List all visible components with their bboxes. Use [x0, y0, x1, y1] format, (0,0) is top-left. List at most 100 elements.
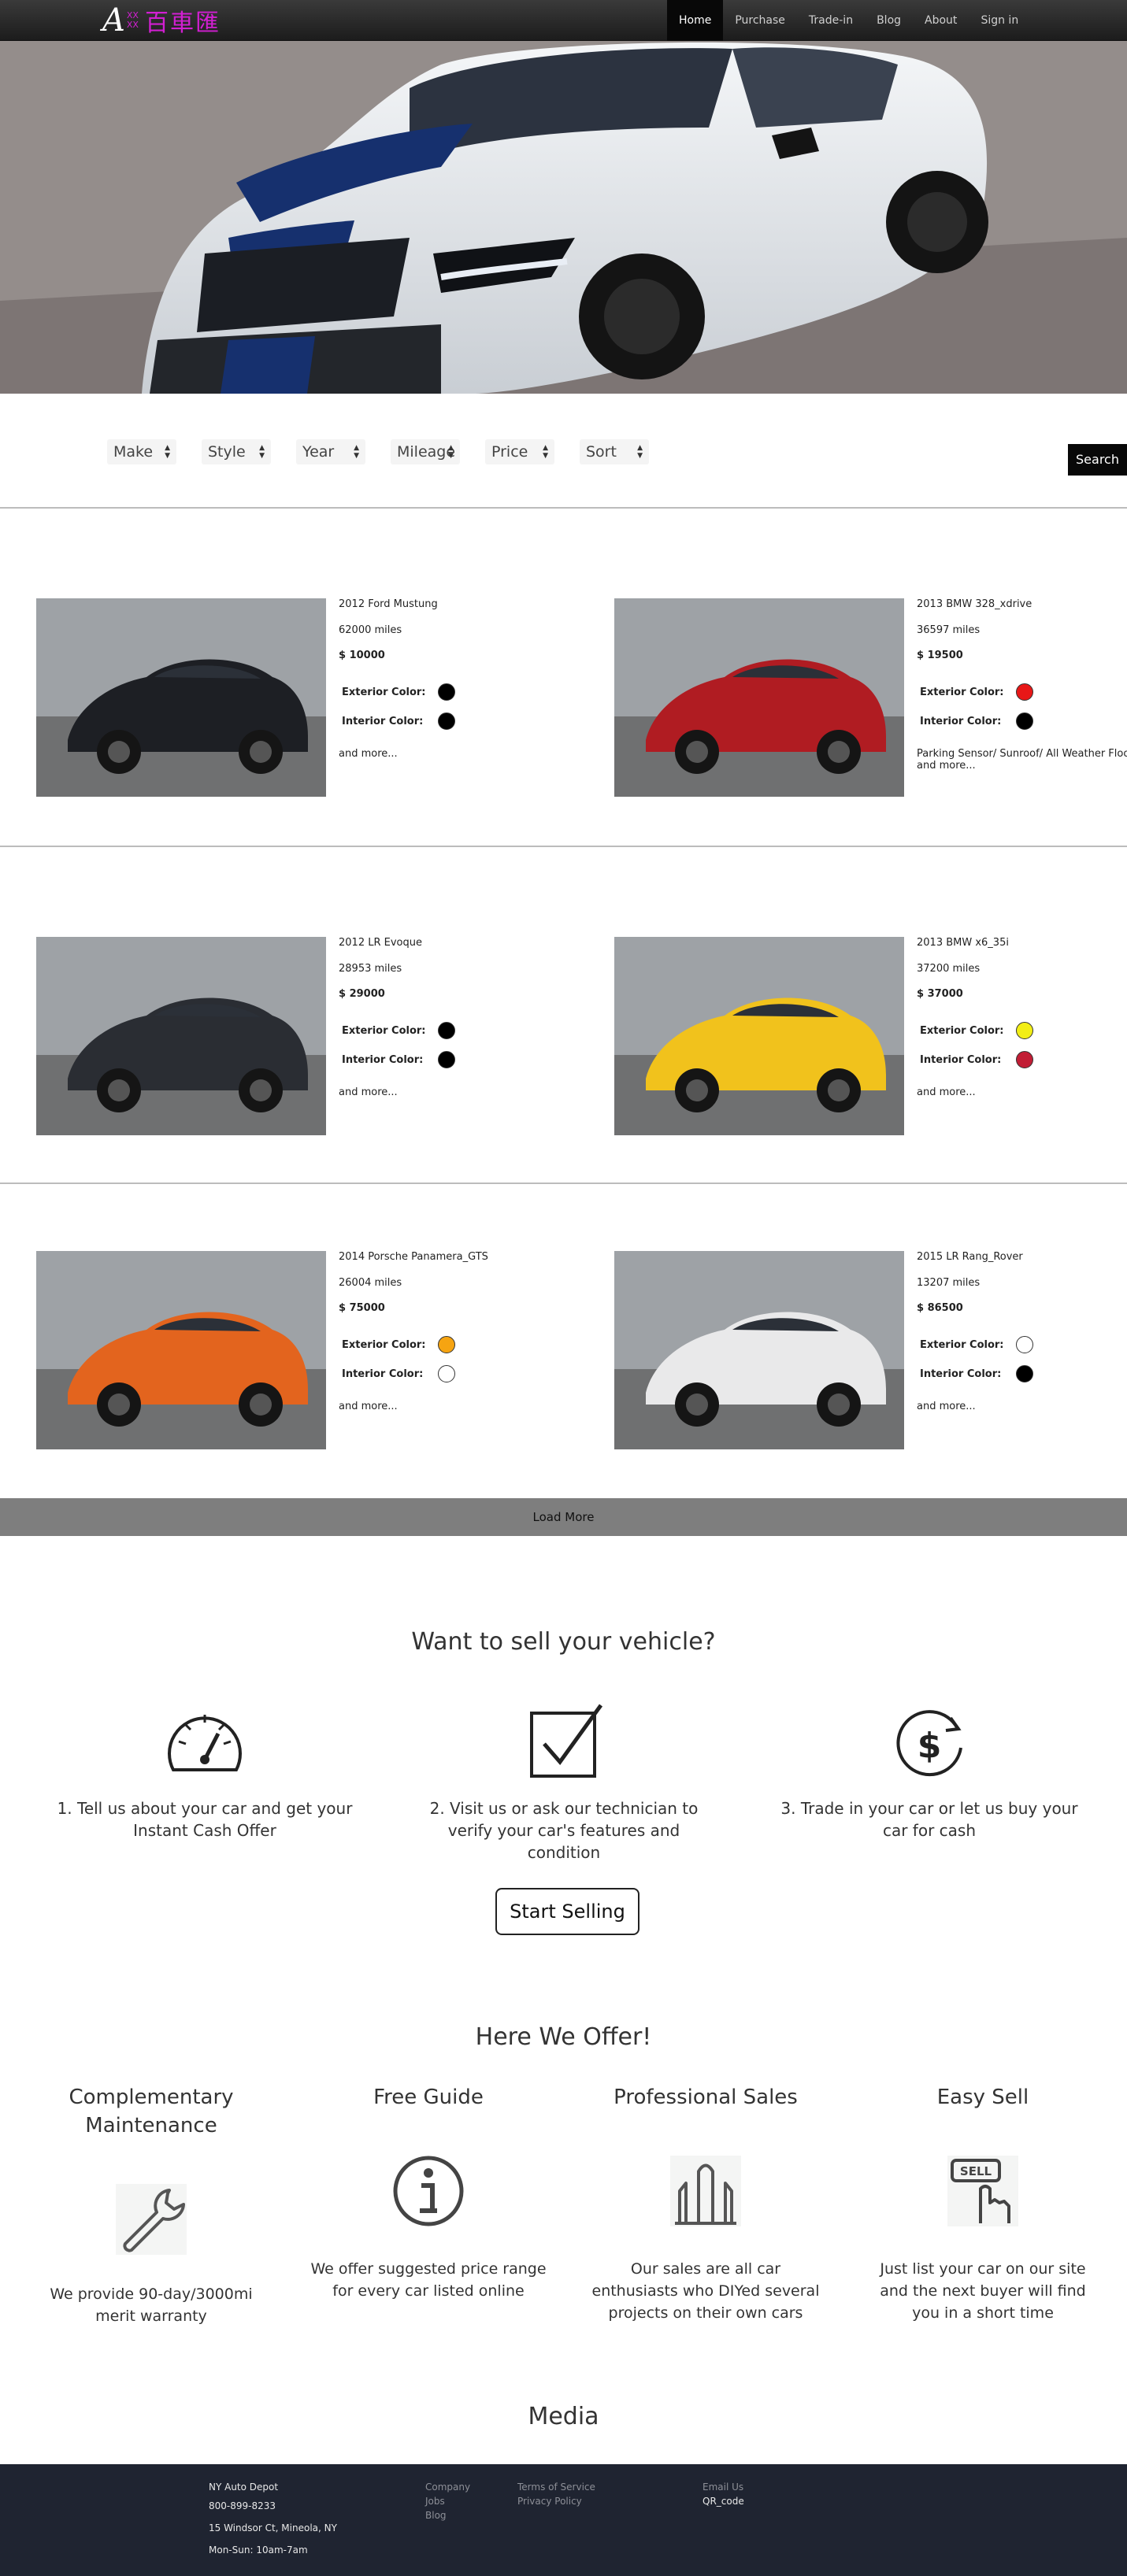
- svg-text:$: $: [918, 1726, 942, 1766]
- divider: [0, 846, 1127, 847]
- exterior-color-label: Exterior Color:: [342, 1024, 426, 1037]
- car-photo[interactable]: [614, 937, 904, 1135]
- car-more-link[interactable]: and more...: [339, 748, 606, 760]
- nav-home[interactable]: Home: [667, 0, 724, 41]
- filter-year[interactable]: Year ▲ ▼: [296, 439, 365, 464]
- car-photo[interactable]: [36, 937, 326, 1135]
- load-more-button[interactable]: Load More: [0, 1498, 1127, 1536]
- filter-price[interactable]: Price ▲ ▼: [485, 439, 554, 464]
- footer-link-email[interactable]: Email Us: [703, 2480, 744, 2494]
- interior-color-swatch: [438, 1051, 455, 1068]
- offer-professional-sales-title: Professional Sales: [614, 2086, 798, 2109]
- hero-banner: [0, 41, 1127, 394]
- sell-step-3: $ 3. Trade in your car or let us buy you…: [780, 1701, 1079, 1841]
- footer-link-privacy[interactable]: Privacy Policy: [517, 2494, 595, 2508]
- car-photo[interactable]: [614, 598, 904, 797]
- filter-price-label: Price: [491, 443, 528, 461]
- footer-hours: Mon-Sun: 10am-7am: [209, 2545, 308, 2556]
- select-arrows-icon: ▲ ▼: [354, 444, 359, 460]
- footer-link-terms[interactable]: Terms of Service: [517, 2480, 595, 2494]
- exterior-color-swatch: [1016, 1022, 1033, 1039]
- offer-professional-sales-text: Our sales are all car enthusiasts who DI…: [591, 2260, 820, 2322]
- car-title[interactable]: 2013 BMW 328_xdrive: [917, 598, 1127, 614]
- nav-purchase[interactable]: Purchase: [723, 0, 797, 41]
- car-photo[interactable]: [36, 1251, 326, 1449]
- interior-color-row: Interior Color:: [339, 1364, 606, 1383]
- offer-easy-sell-text: Just list your car on our site and the n…: [880, 2260, 1086, 2322]
- filter-sort[interactable]: Sort ▲ ▼: [580, 439, 649, 464]
- footer-phone[interactable]: 800-899-8233: [209, 2499, 337, 2521]
- exterior-color-label: Exterior Color:: [342, 686, 426, 698]
- interior-color-row: Interior Color:: [917, 1050, 1127, 1069]
- car-more-link[interactable]: and more...: [917, 1401, 1127, 1412]
- footer-link-jobs[interactable]: Jobs: [425, 2494, 470, 2508]
- car-photo[interactable]: [36, 598, 326, 797]
- nav-about[interactable]: About: [913, 0, 969, 41]
- main-nav: Home Purchase Trade-in Blog About Sign i…: [667, 0, 1030, 41]
- car-card-bmw-x6: 2013 BMW x6_35i 37200 miles $ 37000 Exterio…: [614, 937, 1127, 1142]
- offer-free-guide-title: Free Guide: [373, 2086, 484, 2109]
- car-more-link[interactable]: and more...: [339, 1401, 606, 1412]
- exterior-color-label: Exterior Color:: [920, 1338, 1004, 1351]
- offer-section-title: Here We Offer!: [475, 2023, 652, 2051]
- nav-sign-in[interactable]: Sign in: [969, 0, 1030, 41]
- car-price: $ 10000: [339, 650, 385, 661]
- car-features[interactable]: Parking Sensor/ Sunroof/ All Weather Flo…: [917, 748, 1127, 772]
- footer-links-legal: Terms of Service Privacy Policy: [517, 2480, 595, 2508]
- exterior-color-swatch: [438, 683, 455, 701]
- offer-maintenance-text: We provide 90-day/3000mi merit warranty: [50, 2285, 253, 2325]
- car-more-link[interactable]: and more...: [339, 1086, 606, 1098]
- filter-year-label: Year: [302, 443, 335, 461]
- checkbox-icon: [530, 1704, 603, 1778]
- dollar-refresh-icon: $: [896, 1710, 962, 1777]
- footer-address: 15 Windsor Ct, Mineola, NY: [209, 2522, 337, 2533]
- footer-company-name: NY Auto Depot: [209, 2482, 279, 2493]
- wrench-icon: [116, 2184, 187, 2255]
- car-title[interactable]: 2012 LR Evoque: [339, 937, 606, 953]
- interior-color-label: Interior Color:: [342, 715, 424, 727]
- car-price: $ 75000: [339, 1302, 385, 1314]
- interior-color-label: Interior Color:: [920, 715, 1002, 727]
- sell-step-3-text: 3. Trade in your car or let us buy your …: [780, 1799, 1078, 1840]
- offer-easy-sell-title: Easy Sell: [936, 2086, 1029, 2109]
- filter-mileage-label: Mileage: [397, 443, 456, 461]
- car-details: 2012 LR Evoque 28953 miles $ 29000 Exterior…: [339, 937, 606, 1098]
- select-arrows-icon: ▲ ▼: [259, 444, 265, 460]
- exterior-color-row: Exterior Color:: [917, 683, 1127, 701]
- interior-color-row: Interior Color:: [339, 1050, 606, 1069]
- interior-color-swatch: [438, 712, 455, 730]
- search-filters: Make ▲ ▼ Style ▲ ▼ Year ▲ ▼ Mileage ▲ ▼ Price ▲ ▼ …: [107, 439, 674, 464]
- search-button[interactable]: Search: [1068, 444, 1127, 476]
- car-photo-graphic: [36, 1251, 326, 1449]
- car-price: $ 29000: [339, 988, 385, 1000]
- footer-qr-code[interactable]: QR_code: [703, 2494, 744, 2508]
- car-title[interactable]: 2014 Porsche Panamera_GTS: [339, 1251, 606, 1267]
- start-selling-button[interactable]: Start Selling: [495, 1888, 639, 1935]
- car-more-link[interactable]: and more...: [917, 1086, 1127, 1098]
- nav-blog[interactable]: Blog: [865, 0, 913, 41]
- speedometer-icon: [168, 1715, 242, 1771]
- interior-color-swatch: [1016, 1051, 1033, 1068]
- footer-link-company[interactable]: Company: [425, 2480, 470, 2494]
- car-title[interactable]: 2012 Ford Mustung: [339, 598, 606, 614]
- offer-free-guide: Free Guide We offer suggested price rang…: [289, 2083, 568, 2335]
- filter-mileage[interactable]: Mileage ▲ ▼: [391, 439, 460, 464]
- footer-link-blog[interactable]: Blog: [425, 2508, 470, 2522]
- interior-color-swatch: [438, 1365, 455, 1382]
- filter-make[interactable]: Make ▲ ▼: [107, 439, 176, 464]
- car-title[interactable]: 2015 LR Rang_Rover: [917, 1251, 1127, 1267]
- navbar: A XX XX 百車匯 Home Purchase Trade-in Blog …: [0, 0, 1127, 41]
- nav-trade-in[interactable]: Trade-in: [797, 0, 865, 41]
- filter-make-label: Make: [113, 443, 154, 461]
- divider: [0, 507, 1127, 509]
- filter-style[interactable]: Style ▲ ▼: [202, 439, 271, 464]
- site-logo[interactable]: A XX XX 百車匯: [102, 2, 221, 39]
- sell-step-2-text: 2. Visit us or ask our technician to ver…: [429, 1799, 699, 1862]
- logo-subtext: XX XX: [127, 11, 139, 30]
- car-details: 2015 LR Rang_Rover 13207 miles $ 86500 Exte…: [917, 1251, 1127, 1412]
- interior-color-row: Interior Color:: [339, 712, 606, 731]
- car-title[interactable]: 2013 BMW x6_35i: [917, 937, 1127, 953]
- car-details: 2012 Ford Mustung 62000 miles $ 10000 Exter…: [339, 598, 606, 760]
- car-details: 2013 BMW x6_35i 37200 miles $ 37000 Exterio…: [917, 937, 1127, 1098]
- car-photo[interactable]: [614, 1251, 904, 1449]
